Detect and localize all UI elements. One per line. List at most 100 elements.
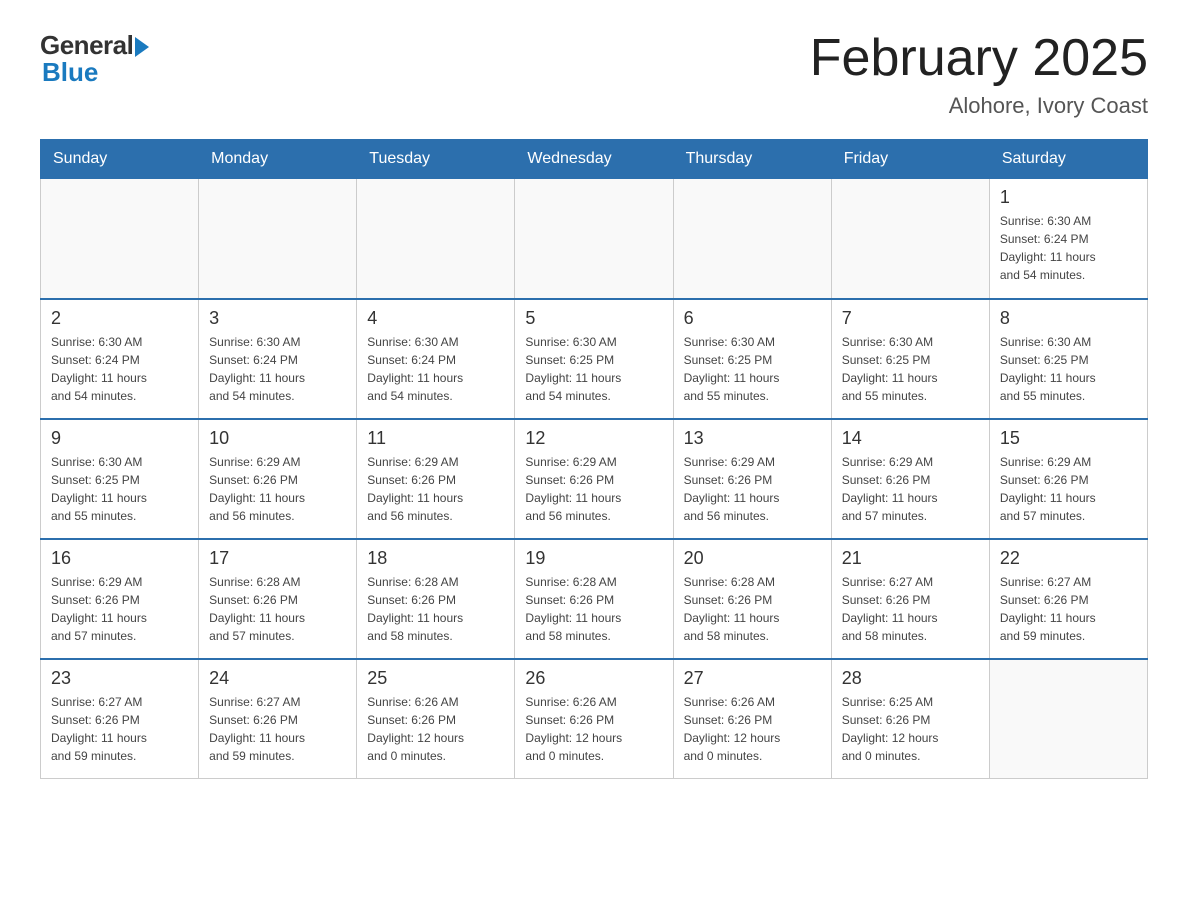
day-number: 10 xyxy=(209,428,346,449)
calendar-cell: 7 Sunrise: 6:30 AMSunset: 6:25 PMDaylight… xyxy=(831,299,989,419)
day-number: 16 xyxy=(51,548,188,569)
day-number: 1 xyxy=(1000,187,1137,208)
logo: General Blue xyxy=(40,30,149,88)
calendar-cell xyxy=(357,179,515,299)
calendar-cell: 6 Sunrise: 6:30 AMSunset: 6:25 PMDaylight… xyxy=(673,299,831,419)
day-number: 7 xyxy=(842,308,979,329)
weekday-header-saturday: Saturday xyxy=(989,140,1147,179)
day-info: Sunrise: 6:30 AMSunset: 6:24 PMDaylight:… xyxy=(1000,212,1137,284)
calendar-subtitle: Alohore, Ivory Coast xyxy=(810,93,1148,119)
calendar-cell: 20 Sunrise: 6:28 AMSunset: 6:26 PMDayligh… xyxy=(673,539,831,659)
logo-blue-text: Blue xyxy=(42,57,98,88)
weekday-header-friday: Friday xyxy=(831,140,989,179)
weekday-header-tuesday: Tuesday xyxy=(357,140,515,179)
day-info: Sunrise: 6:25 AMSunset: 6:26 PMDaylight:… xyxy=(842,693,979,765)
calendar-week-row: 16Sunrise: 6:29 AMSunset: 6:26 PMDayligh… xyxy=(41,539,1148,659)
day-info: Sunrise: 6:28 AMSunset: 6:26 PMDaylight:… xyxy=(684,573,821,645)
day-info: Sunrise: 6:29 AMSunset: 6:26 PMDaylight:… xyxy=(1000,453,1137,525)
day-info: Sunrise: 6:29 AMSunset: 6:26 PMDaylight:… xyxy=(209,453,346,525)
calendar-cell: 10 Sunrise: 6:29 AMSunset: 6:26 PMDayligh… xyxy=(199,419,357,539)
day-number: 21 xyxy=(842,548,979,569)
calendar-cell xyxy=(199,179,357,299)
day-info: Sunrise: 6:26 AMSunset: 6:26 PMDaylight:… xyxy=(684,693,821,765)
calendar-cell: 11 Sunrise: 6:29 AMSunset: 6:26 PMDayligh… xyxy=(357,419,515,539)
title-block: February 2025 Alohore, Ivory Coast xyxy=(810,30,1148,119)
page-header: General Blue February 2025 Alohore, Ivor… xyxy=(40,30,1148,119)
calendar-cell: 19 Sunrise: 6:28 AMSunset: 6:26 PMDayligh… xyxy=(515,539,673,659)
day-number: 8 xyxy=(1000,308,1137,329)
calendar-week-row: 2 Sunrise: 6:30 AMSunset: 6:24 PMDaylight… xyxy=(41,299,1148,419)
day-info: Sunrise: 6:26 AMSunset: 6:26 PMDaylight:… xyxy=(367,693,504,765)
calendar-cell: 3 Sunrise: 6:30 AMSunset: 6:24 PMDaylight… xyxy=(199,299,357,419)
calendar-cell: 14Sunrise: 6:29 AMSunset: 6:26 PMDayligh… xyxy=(831,419,989,539)
day-number: 25 xyxy=(367,668,504,689)
day-number: 9 xyxy=(51,428,188,449)
day-number: 20 xyxy=(684,548,821,569)
day-number: 13 xyxy=(684,428,821,449)
day-number: 18 xyxy=(367,548,504,569)
day-number: 2 xyxy=(51,308,188,329)
day-info: Sunrise: 6:30 AMSunset: 6:24 PMDaylight:… xyxy=(209,333,346,405)
weekday-header-wednesday: Wednesday xyxy=(515,140,673,179)
calendar-cell: 1 Sunrise: 6:30 AMSunset: 6:24 PMDaylight… xyxy=(989,179,1147,299)
calendar-cell: 28 Sunrise: 6:25 AMSunset: 6:26 PMDayligh… xyxy=(831,659,989,779)
calendar-cell: 16Sunrise: 6:29 AMSunset: 6:26 PMDayligh… xyxy=(41,539,199,659)
calendar-cell: 4Sunrise: 6:30 AMSunset: 6:24 PMDaylight… xyxy=(357,299,515,419)
day-number: 3 xyxy=(209,308,346,329)
calendar-cell: 2Sunrise: 6:30 AMSunset: 6:24 PMDaylight… xyxy=(41,299,199,419)
day-number: 15 xyxy=(1000,428,1137,449)
day-info: Sunrise: 6:26 AMSunset: 6:26 PMDaylight:… xyxy=(525,693,662,765)
calendar-cell: 5Sunrise: 6:30 AMSunset: 6:25 PMDaylight… xyxy=(515,299,673,419)
day-info: Sunrise: 6:30 AMSunset: 6:25 PMDaylight:… xyxy=(842,333,979,405)
calendar-table: SundayMondayTuesdayWednesdayThursdayFrid… xyxy=(40,139,1148,779)
calendar-cell xyxy=(41,179,199,299)
day-number: 27 xyxy=(684,668,821,689)
logo-arrow-icon xyxy=(135,37,149,57)
day-info: Sunrise: 6:29 AMSunset: 6:26 PMDaylight:… xyxy=(842,453,979,525)
day-number: 12 xyxy=(525,428,662,449)
calendar-cell: 22Sunrise: 6:27 AMSunset: 6:26 PMDayligh… xyxy=(989,539,1147,659)
weekday-header-sunday: Sunday xyxy=(41,140,199,179)
day-info: Sunrise: 6:28 AMSunset: 6:26 PMDaylight:… xyxy=(525,573,662,645)
day-number: 28 xyxy=(842,668,979,689)
day-info: Sunrise: 6:30 AMSunset: 6:25 PMDaylight:… xyxy=(684,333,821,405)
day-info: Sunrise: 6:27 AMSunset: 6:26 PMDaylight:… xyxy=(842,573,979,645)
day-info: Sunrise: 6:29 AMSunset: 6:26 PMDaylight:… xyxy=(525,453,662,525)
weekday-header-row: SundayMondayTuesdayWednesdayThursdayFrid… xyxy=(41,140,1148,179)
calendar-cell: 18 Sunrise: 6:28 AMSunset: 6:26 PMDayligh… xyxy=(357,539,515,659)
day-info: Sunrise: 6:28 AMSunset: 6:26 PMDaylight:… xyxy=(367,573,504,645)
day-info: Sunrise: 6:30 AMSunset: 6:25 PMDaylight:… xyxy=(1000,333,1137,405)
calendar-week-row: 1 Sunrise: 6:30 AMSunset: 6:24 PMDaylight… xyxy=(41,179,1148,299)
day-number: 5 xyxy=(525,308,662,329)
calendar-cell: 13 Sunrise: 6:29 AMSunset: 6:26 PMDayligh… xyxy=(673,419,831,539)
day-info: Sunrise: 6:27 AMSunset: 6:26 PMDaylight:… xyxy=(51,693,188,765)
day-number: 23 xyxy=(51,668,188,689)
calendar-week-row: 23 Sunrise: 6:27 AMSunset: 6:26 PMDayligh… xyxy=(41,659,1148,779)
day-info: Sunrise: 6:27 AMSunset: 6:26 PMDaylight:… xyxy=(209,693,346,765)
day-number: 19 xyxy=(525,548,662,569)
day-number: 26 xyxy=(525,668,662,689)
day-info: Sunrise: 6:29 AMSunset: 6:26 PMDaylight:… xyxy=(684,453,821,525)
weekday-header-thursday: Thursday xyxy=(673,140,831,179)
day-info: Sunrise: 6:30 AMSunset: 6:25 PMDaylight:… xyxy=(51,453,188,525)
day-info: Sunrise: 6:29 AMSunset: 6:26 PMDaylight:… xyxy=(367,453,504,525)
calendar-cell xyxy=(989,659,1147,779)
day-number: 17 xyxy=(209,548,346,569)
calendar-cell: 12 Sunrise: 6:29 AMSunset: 6:26 PMDayligh… xyxy=(515,419,673,539)
day-number: 11 xyxy=(367,428,504,449)
day-info: Sunrise: 6:27 AMSunset: 6:26 PMDaylight:… xyxy=(1000,573,1137,645)
weekday-header-monday: Monday xyxy=(199,140,357,179)
calendar-cell: 24Sunrise: 6:27 AMSunset: 6:26 PMDayligh… xyxy=(199,659,357,779)
calendar-cell xyxy=(515,179,673,299)
calendar-header: SundayMondayTuesdayWednesdayThursdayFrid… xyxy=(41,140,1148,179)
calendar-cell: 25 Sunrise: 6:26 AMSunset: 6:26 PMDayligh… xyxy=(357,659,515,779)
day-number: 6 xyxy=(684,308,821,329)
calendar-cell: 23 Sunrise: 6:27 AMSunset: 6:26 PMDayligh… xyxy=(41,659,199,779)
calendar-cell: 17 Sunrise: 6:28 AMSunset: 6:26 PMDayligh… xyxy=(199,539,357,659)
day-info: Sunrise: 6:28 AMSunset: 6:26 PMDaylight:… xyxy=(209,573,346,645)
day-info: Sunrise: 6:30 AMSunset: 6:24 PMDaylight:… xyxy=(367,333,504,405)
calendar-cell xyxy=(673,179,831,299)
calendar-cell: 15 Sunrise: 6:29 AMSunset: 6:26 PMDayligh… xyxy=(989,419,1147,539)
calendar-cell: 9 Sunrise: 6:30 AMSunset: 6:25 PMDaylight… xyxy=(41,419,199,539)
calendar-cell: 26 Sunrise: 6:26 AMSunset: 6:26 PMDayligh… xyxy=(515,659,673,779)
